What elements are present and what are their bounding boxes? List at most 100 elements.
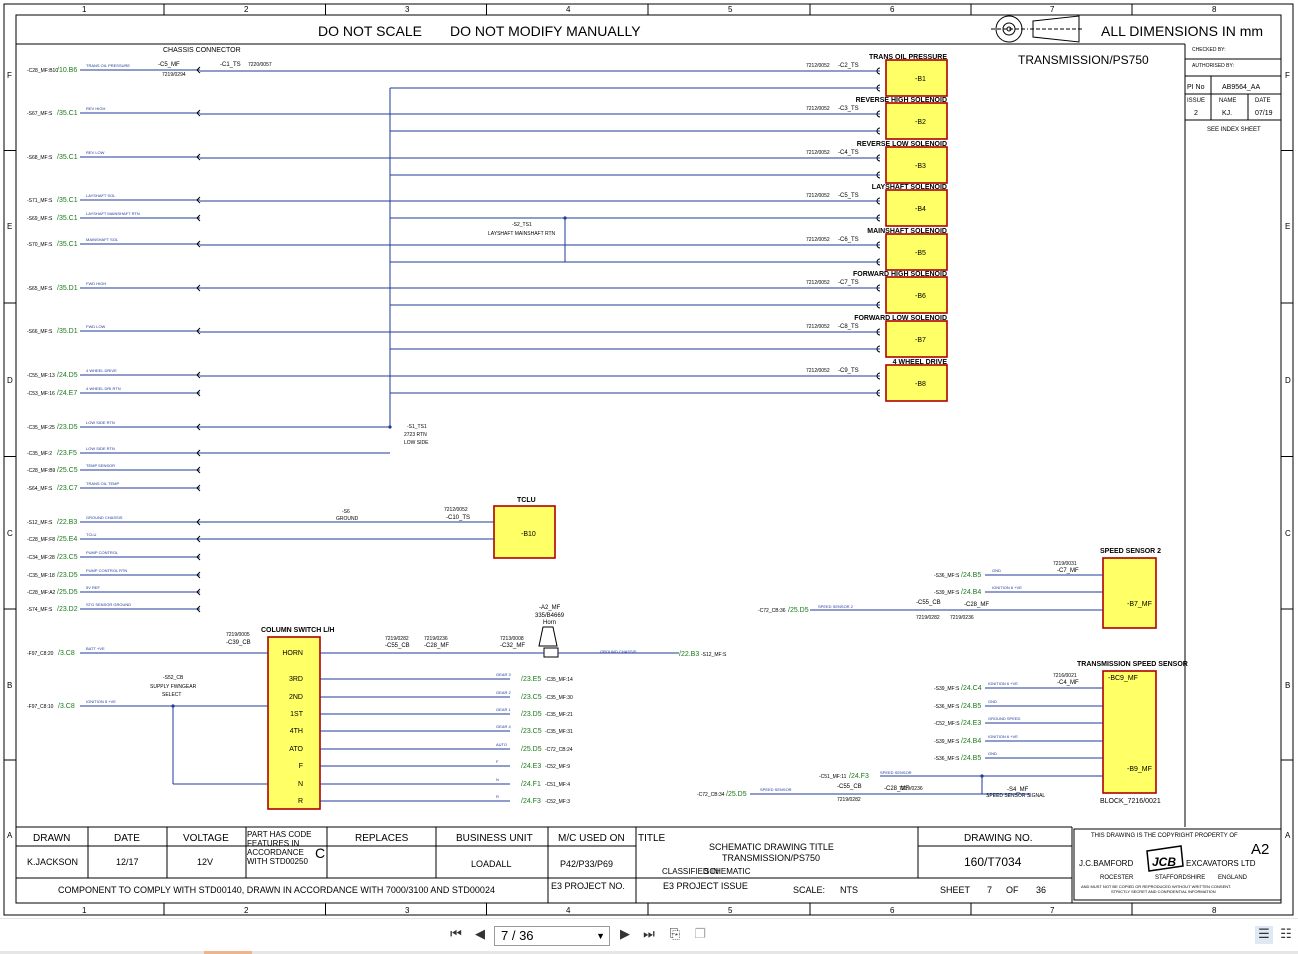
component-part: 7212/0052 bbox=[806, 106, 830, 112]
signal-ref: -S70_MF:S bbox=[27, 242, 53, 248]
signal-name: TRANS OIL PRESSURE bbox=[86, 63, 130, 68]
grid-column-bottom: 3 bbox=[405, 906, 410, 915]
switch-position: R bbox=[298, 798, 303, 805]
signal-name: TEMP SENSOR bbox=[86, 463, 115, 468]
first-page-icon[interactable]: ⏮ bbox=[447, 926, 465, 944]
svg-text:AUTHORISED BY:: AUTHORISED BY: bbox=[1192, 63, 1234, 69]
grid-column-top: 4 bbox=[566, 5, 571, 14]
outer-frame bbox=[3, 3, 1294, 916]
svg-text:C: C bbox=[315, 845, 325, 861]
inner-frame bbox=[15, 14, 1282, 904]
component-id: -B8 bbox=[915, 381, 926, 388]
svg-text:REPLACES: REPLACES bbox=[355, 833, 409, 844]
switch-output-name: GEAR 4 bbox=[496, 724, 511, 729]
grid-column-top: 6 bbox=[890, 5, 895, 14]
signal-ref: -C34_MF:28 bbox=[27, 555, 55, 561]
switch-output-ref: -C52_MF:9 bbox=[545, 764, 570, 770]
column-switch-title: COLUMN SWITCH L/H bbox=[261, 627, 335, 634]
component-connector: -C9_TS bbox=[838, 368, 859, 374]
component-id: -B6 bbox=[915, 293, 926, 300]
junction-s2-label: LAYSHAFT MAINSHAFT RTN bbox=[488, 231, 556, 237]
grid-column-bottom: 6 bbox=[890, 906, 895, 915]
grid-column-top: 8 bbox=[1212, 5, 1217, 14]
signal-link: /23.D5 bbox=[57, 424, 78, 431]
signal-ref: -C28_MF:B10 bbox=[27, 68, 58, 74]
signal-ref: -S67_MF:S bbox=[27, 111, 53, 117]
signal-name: STG SENSOR GROUND bbox=[86, 602, 131, 607]
component-connector: -C3_TS bbox=[838, 106, 859, 112]
chassis-part-1: 7219/0294 bbox=[162, 72, 186, 78]
junction-s1: -S1_TS1 bbox=[407, 424, 427, 430]
grid-row-left: C bbox=[7, 529, 13, 538]
svg-text:A2: A2 bbox=[1251, 841, 1269, 858]
svg-text:AB9564_AA: AB9564_AA bbox=[1222, 84, 1260, 91]
svg-text:335/B4669: 335/B4669 bbox=[535, 613, 565, 619]
signal-name: REV HIGH bbox=[86, 106, 105, 111]
svg-text:JCB: JCB bbox=[1152, 855, 1176, 869]
fit-page-icon[interactable]: ⎘ bbox=[666, 926, 684, 944]
signal-name: REV LOW bbox=[86, 150, 105, 155]
svg-text:7219/0236: 7219/0236 bbox=[950, 615, 974, 621]
component-connector: -C6_TS bbox=[838, 237, 859, 243]
rotate-page-icon[interactable]: ❐ bbox=[691, 926, 709, 944]
drawing-title-top: TRANSMISSION/PS750 bbox=[1018, 53, 1149, 67]
notice-scale: DO NOT SCALE bbox=[318, 23, 422, 39]
two-page-view-icon[interactable]: ☷ bbox=[1277, 926, 1295, 944]
switch-output-name: R bbox=[496, 794, 499, 799]
speed-sensor-2: SPEED SENSOR 2 -B7_MF 7219/0031 -C7_MF -… bbox=[758, 548, 1161, 629]
grid-row-left: E bbox=[7, 222, 12, 231]
chassis-connector-title: CHASSIS CONNECTOR bbox=[163, 47, 241, 54]
svg-text:7219/0282: 7219/0282 bbox=[837, 797, 861, 803]
single-page-view-icon[interactable]: ☰ bbox=[1255, 926, 1273, 944]
switch-position: 4TH bbox=[290, 728, 303, 735]
signal-link: /35.C1 bbox=[57, 241, 78, 248]
signal-name: PUMP CONTROL RTN bbox=[86, 568, 127, 573]
switch-output-ref: -C52_MF:3 bbox=[545, 799, 570, 805]
left-wire-bundle: -C28_MF:B10/10.B6 TRANS OIL PRESSURE -S67_… bbox=[27, 63, 390, 613]
svg-text:7: 7 bbox=[987, 885, 992, 895]
pdf-viewer-toolbar: ⏮ ◀ 7 / 36 ▼ ▶ ⏭ ⎘ ❐ ☰ ☷ bbox=[0, 918, 1298, 954]
next-page-icon[interactable]: ▶ bbox=[616, 926, 634, 944]
switch-output-name: GEAR 1 bbox=[496, 707, 511, 712]
signal-ref: -C35_MF:25 bbox=[27, 425, 55, 431]
svg-text:NTS: NTS bbox=[840, 885, 858, 895]
title-block: DRAWN K.JACKSON DATE 12/17 VOLTAGE 12V P… bbox=[15, 826, 1282, 903]
signal-ref: -C55_MF:13 bbox=[27, 373, 55, 379]
previous-page-icon[interactable]: ◀ bbox=[471, 926, 489, 944]
junction-s1-sub: 2723 RTN bbox=[404, 432, 427, 438]
grid-row-left: A bbox=[7, 831, 13, 840]
signal-name: MAINSHAFT SOL bbox=[86, 237, 119, 242]
grid-column-bottom: 1 bbox=[82, 906, 87, 915]
signal-name: 4 WHEEL DRI RTN bbox=[86, 386, 121, 391]
signal-name: LOW SIDE RTN bbox=[86, 420, 115, 425]
grid-column-top: 1 bbox=[82, 5, 87, 14]
junction-s6: -S6 bbox=[342, 509, 350, 515]
svg-text:ROCESTER: ROCESTER bbox=[1100, 875, 1134, 881]
svg-text:K.JACKSON: K.JACKSON bbox=[27, 857, 78, 867]
component-id: -B3 bbox=[915, 163, 926, 170]
svg-text:12V: 12V bbox=[197, 857, 213, 867]
switch-output-name: GEAR 2 bbox=[496, 690, 511, 695]
grid-column-top: 2 bbox=[244, 5, 249, 14]
signal-ref: -S64_MF:S bbox=[27, 486, 53, 492]
page-selector[interactable]: 7 / 36 ▼ bbox=[494, 926, 610, 946]
svg-text:07/19: 07/19 bbox=[1255, 110, 1273, 117]
svg-text:2: 2 bbox=[1194, 110, 1198, 117]
switch-input-ref: -F97_C8:20 bbox=[27, 651, 54, 657]
signal-ref: -S65_MF:S bbox=[27, 286, 53, 292]
last-page-icon[interactable]: ⏭ bbox=[640, 926, 658, 944]
svg-text:SCHEMATIC DRAWING TITLE: SCHEMATIC DRAWING TITLE bbox=[709, 842, 834, 852]
svg-text:DRAWING NO.: DRAWING NO. bbox=[964, 833, 1033, 844]
grid-column-top: 7 bbox=[1050, 5, 1055, 14]
svg-text:-C39_CB: -C39_CB bbox=[226, 640, 251, 646]
switch-input-name: IGNITION 5 +VE bbox=[86, 699, 116, 704]
switch-output-name: F bbox=[496, 759, 499, 764]
junction-s2: -S2_TS1 bbox=[512, 222, 532, 228]
svg-text:TCLU: TCLU bbox=[517, 497, 536, 504]
signal-link: /25.C5 bbox=[57, 467, 78, 474]
svg-text:SPEED SENSOR: SPEED SENSOR bbox=[760, 787, 792, 792]
switch-output-link: /24.F1 bbox=[521, 781, 541, 788]
jcb-logo-icon: JCB bbox=[1146, 845, 1184, 872]
switch-position: 2ND bbox=[289, 694, 303, 701]
switch-input-link: /3.C8 bbox=[58, 650, 75, 657]
